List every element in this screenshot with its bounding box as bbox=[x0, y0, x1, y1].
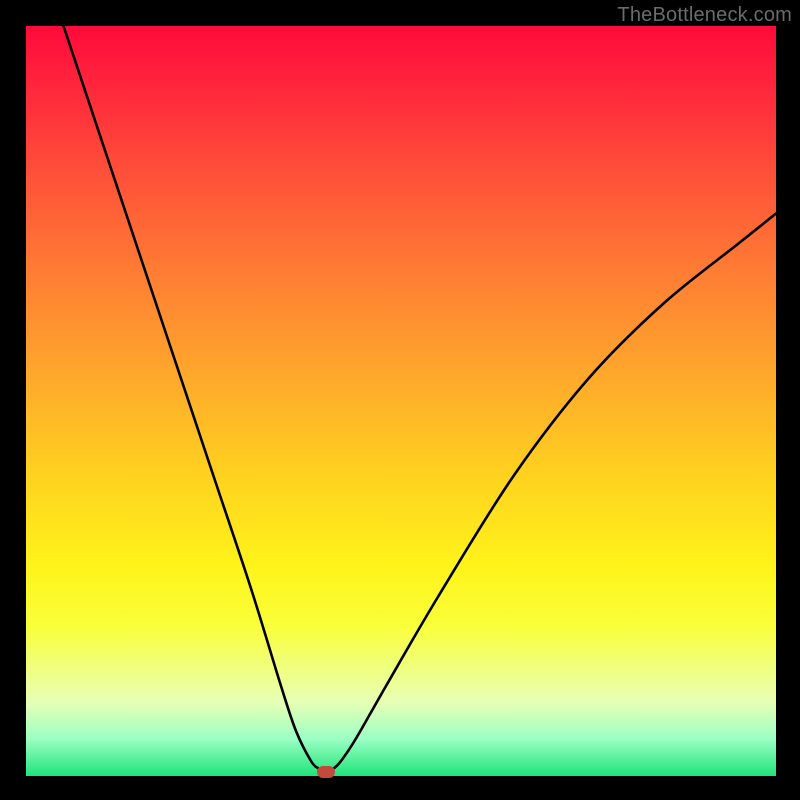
plot-area bbox=[26, 26, 776, 776]
watermark-text: TheBottleneck.com bbox=[617, 4, 792, 27]
curve-svg bbox=[26, 26, 776, 776]
chart-stage: TheBottleneck.com bbox=[0, 0, 800, 800]
minimum-marker bbox=[317, 766, 335, 778]
bottleneck-curve bbox=[64, 26, 777, 772]
